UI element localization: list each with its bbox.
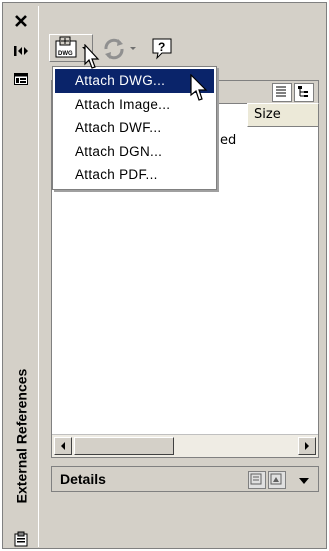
clipboard-icon (10, 528, 32, 550)
horizontal-scrollbar[interactable] (52, 434, 318, 457)
svg-text:?: ? (158, 40, 165, 54)
scroll-right-button[interactable] (298, 437, 316, 455)
palette-title-strip: External References (6, 6, 36, 547)
palette-title-text: External References (13, 368, 30, 504)
status-text: ed (220, 133, 237, 148)
menu-item-attach-pdf[interactable]: Attach PDF... (55, 163, 214, 187)
refresh-split-button[interactable] (95, 34, 143, 62)
dwg-icon-text: DWG (58, 51, 73, 57)
menu-item-attach-dgn[interactable]: Attach DGN... (55, 140, 214, 164)
help-icon: ? (152, 38, 172, 60)
palette-title: External References (6, 336, 36, 536)
details-icon[interactable] (248, 471, 266, 489)
pointer-cursor-icon (190, 73, 208, 106)
auto-hide-icon[interactable] (10, 40, 32, 62)
mouse-cursor-icon (84, 43, 100, 74)
scroll-thumb[interactable] (74, 437, 174, 455)
column-size-label: Size (254, 107, 281, 122)
menu-item-attach-dwf[interactable]: Attach DWF... (55, 116, 214, 140)
preview-icon[interactable] (268, 471, 286, 489)
details-title: Details (60, 471, 106, 487)
help-button[interactable]: ? (147, 34, 177, 62)
details-pane-header[interactable]: Details (51, 466, 319, 492)
close-icon[interactable] (10, 10, 32, 32)
column-header-size[interactable]: Size (247, 103, 319, 127)
properties-icon[interactable] (10, 68, 32, 90)
list-cell-status: ed (220, 133, 236, 148)
tree-view-icon[interactable] (294, 83, 314, 102)
scroll-left-button[interactable] (54, 437, 72, 455)
chevron-down-icon[interactable] (298, 474, 310, 489)
list-view-icon[interactable] (272, 83, 292, 102)
